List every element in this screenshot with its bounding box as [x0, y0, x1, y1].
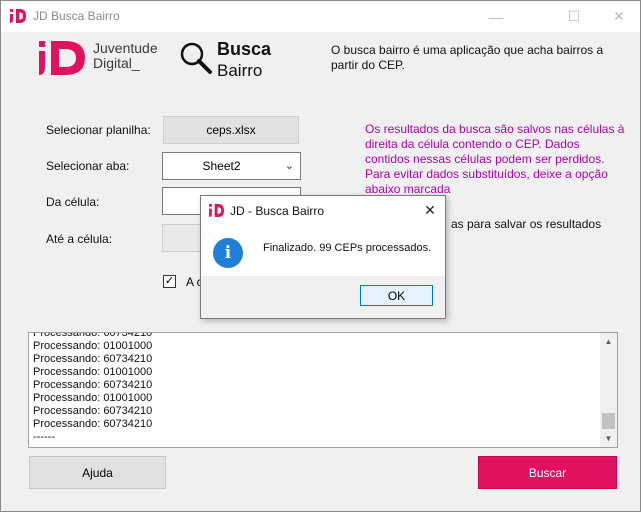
dialog-close-button[interactable]: ✕	[421, 201, 439, 219]
completion-dialog: JD - Busca Bairro ✕ i Finalizado. 99 CEP…	[200, 195, 446, 319]
sheet-select-value: Sheet2	[202, 159, 241, 173]
dialog-body: i Finalizado. 99 CEPs processados.	[201, 224, 445, 276]
app-title: Busca	[217, 39, 272, 59]
log-line: ------	[33, 431, 55, 443]
dialog-title: JD - Busca Bairro	[230, 204, 325, 218]
brand-logo-text: Juventude Digital_	[93, 41, 158, 71]
help-button[interactable]: Ajuda	[29, 456, 166, 489]
log-lines: Processando: 60734210 Processando: 01001…	[33, 332, 153, 444]
minimize-button[interactable]: —	[473, 1, 519, 32]
scroll-thumb[interactable]	[602, 413, 615, 429]
preserve-cells-checkbox[interactable]: ✓	[163, 275, 176, 288]
to-cell-label: Até a célula:	[46, 232, 113, 246]
window-title: JD Busca Bairro	[33, 9, 120, 23]
sheet-label: Selecionar aba:	[46, 159, 130, 173]
scroll-down-icon[interactable]: ▼	[600, 430, 617, 447]
close-button[interactable]: ✕	[596, 1, 641, 32]
dialog-title-bar: JD - Busca Bairro ✕	[201, 196, 445, 224]
brand-line-2: Digital_	[93, 55, 140, 71]
maximize-button[interactable]: ☐	[551, 1, 597, 32]
log-line: Processando: 01001000	[33, 340, 153, 352]
log-line: Processando: 60734210	[33, 418, 153, 430]
select-spreadsheet-button[interactable]: ceps.xlsx	[163, 116, 299, 144]
app-logo-icon	[10, 9, 26, 23]
app-description: O busca bairro é uma aplicação que acha …	[331, 43, 604, 72]
app-logo-icon	[209, 204, 224, 217]
log-line: Processando: 60734210	[33, 379, 153, 391]
magnifier-icon	[180, 42, 212, 74]
app-subtitle: Bairro	[217, 61, 263, 80]
from-cell-label: Da célula:	[46, 195, 100, 209]
preserve-cells-label-tail: as para salvar os resultados	[451, 217, 602, 231]
spreadsheet-label: Selecionar planilha:	[46, 123, 151, 137]
chevron-down-icon: ⌄	[284, 160, 294, 172]
log-output[interactable]: Processando: 60734210 Processando: 01001…	[28, 332, 618, 448]
log-scrollbar[interactable]: ▲ ▼	[600, 333, 617, 447]
sheet-select[interactable]: Sheet2 ⌄	[162, 152, 301, 180]
overwrite-warning: Os resultados da busca são salvos nas cé…	[365, 122, 625, 196]
dialog-message: Finalizado. 99 CEPs processados.	[263, 242, 432, 254]
log-line: Processando: 01001000	[33, 392, 153, 404]
log-line: Processando: 60734210	[33, 332, 153, 339]
search-button[interactable]: Buscar	[478, 456, 617, 489]
log-line: Processando: 60734210	[33, 405, 153, 417]
info-icon: i	[213, 238, 243, 268]
log-line: Processando: 01001000	[33, 366, 153, 378]
main-window: JD Busca Bairro — ☐ ✕ Juventude Digital_…	[0, 0, 641, 512]
dialog-ok-button[interactable]: OK	[360, 285, 433, 306]
title-bar: JD Busca Bairro — ☐ ✕	[1, 1, 640, 32]
brand-line-1: Juventude	[93, 40, 158, 56]
scroll-up-icon[interactable]: ▲	[600, 333, 617, 350]
log-line: Processando: 60734210	[33, 353, 153, 365]
